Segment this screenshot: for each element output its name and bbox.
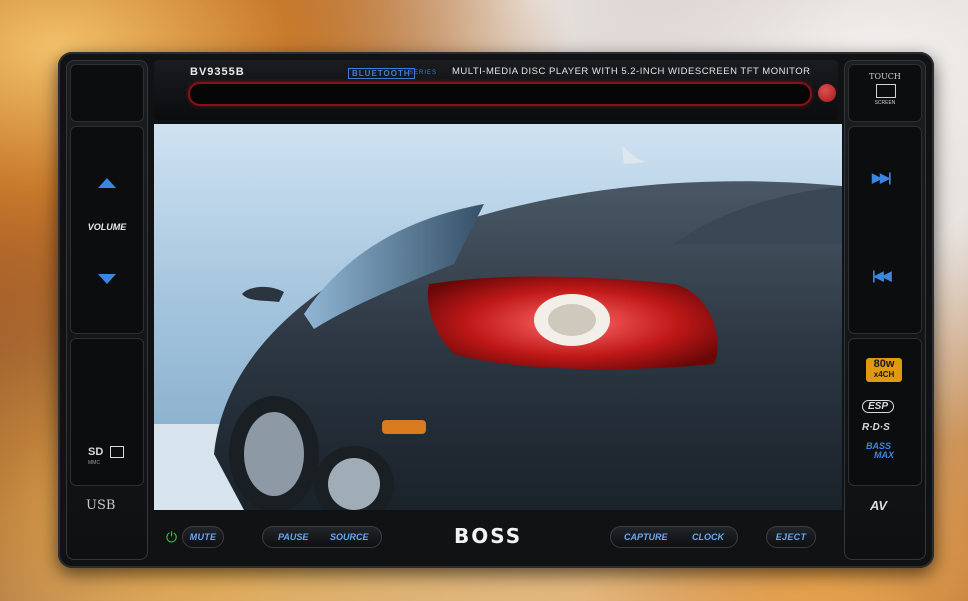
previous-track-icon[interactable]: |◀◀ (872, 268, 892, 284)
capture-clock-button-group: CAPTURE CLOCK (610, 526, 738, 548)
pause-source-button-group: PAUSE SOURCE (262, 526, 382, 548)
volume-up-icon[interactable] (98, 178, 116, 188)
capture-button[interactable]: CAPTURE (624, 526, 668, 548)
screen-label: SCREEN (874, 100, 896, 106)
mute-button[interactable]: MUTE (182, 526, 224, 548)
power-badge-channels: x4CH (873, 370, 895, 379)
volume-down-icon[interactable] (98, 274, 116, 284)
sd-card-icon (110, 446, 124, 458)
top-strip: BV9355B BLUETOOTH SERIES MULTI-MEDIA DIS… (154, 60, 838, 120)
sd-label: SD (88, 446, 104, 458)
brand-logo: BOSS (454, 524, 523, 548)
av-label: AV (870, 498, 888, 513)
bluetooth-badge: BLUETOOTH (348, 68, 415, 79)
power-icon[interactable]: ⏻ (166, 528, 177, 546)
disc-slot[interactable] (190, 84, 810, 104)
left-top-segment (70, 64, 144, 122)
mmc-label: MMC (88, 460, 100, 466)
volume-label: VOLUME (87, 222, 127, 232)
eject-button[interactable]: EJECT (766, 526, 816, 548)
power-badge: 80w x4CH (866, 358, 902, 382)
power-badge-watts: 80w (873, 358, 895, 370)
clock-button[interactable]: CLOCK (692, 526, 724, 548)
next-track-icon[interactable]: ▶▶| (872, 170, 892, 186)
bluetooth-suffix: SERIES (409, 70, 438, 76)
touch-label: TOUCH (869, 72, 901, 81)
usb-label: USB (86, 498, 116, 513)
record-indicator-icon (818, 84, 836, 102)
track-segment: ▶▶| |◀◀ (848, 126, 922, 334)
right-panel: TOUCH SCREEN ▶▶| |◀◀ 80w x4CH ESP R·D·S … (844, 60, 926, 560)
feature-badges-segment: 80w x4CH ESP R·D·S BASS MAX (848, 338, 922, 486)
product-description: MULTI-MEDIA DISC PLAYER WITH 5.2-INCH WI… (452, 66, 811, 77)
bottom-control-bar: ⏻ MUTE PAUSE SOURCE BOSS CAPTURE CLOCK E… (154, 514, 838, 558)
touch-screen-segment: TOUCH SCREEN (848, 64, 922, 122)
esp-badge: ESP (862, 400, 895, 413)
touch-hand-icon (876, 84, 896, 98)
head-unit: VOLUME SD MMC USB BV9355B BLUETOOTH SERI… (58, 52, 934, 568)
pause-button[interactable]: PAUSE (278, 526, 308, 548)
bass-max-badge: BASS MAX (866, 442, 894, 460)
car-image (154, 146, 842, 510)
left-panel: VOLUME SD MMC USB (66, 60, 148, 560)
max-label: MAX (874, 450, 894, 460)
source-button[interactable]: SOURCE (330, 526, 369, 548)
display-screen[interactable] (154, 124, 842, 510)
rds-badge: R·D·S (862, 422, 890, 433)
volume-segment: VOLUME (70, 126, 144, 334)
model-label: BV9355B (190, 66, 245, 78)
card-slot-segment: SD MMC (70, 338, 144, 486)
